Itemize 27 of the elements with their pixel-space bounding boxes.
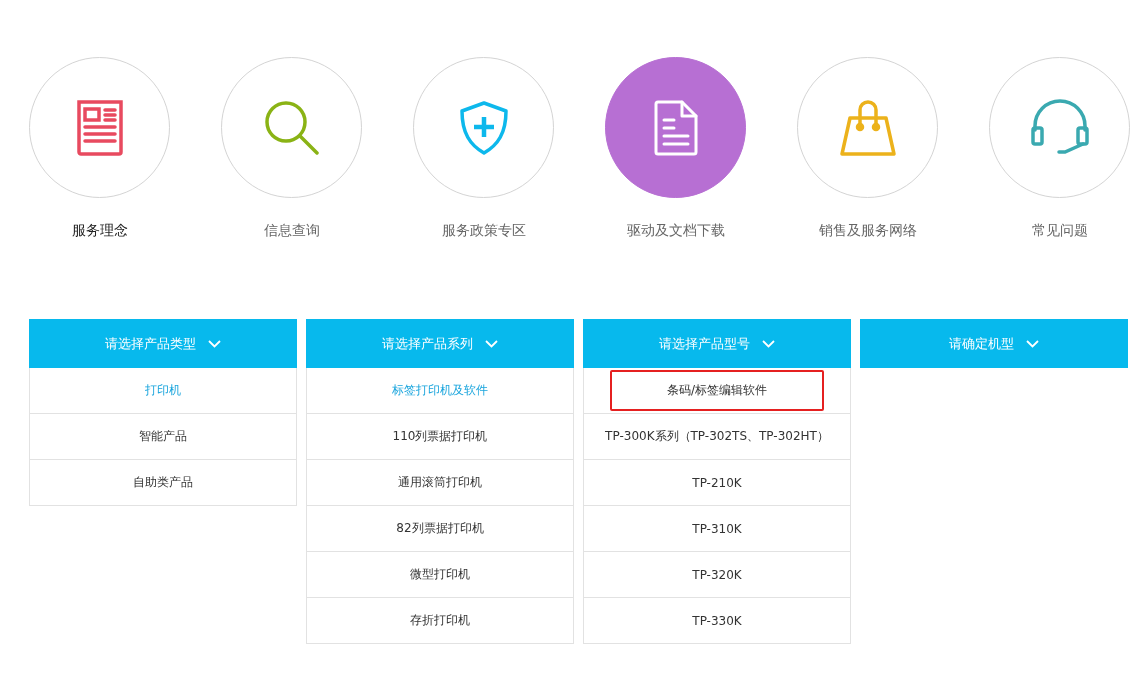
option-item[interactable]: TP-330K bbox=[692, 603, 742, 638]
service-label[interactable]: 信息查询 bbox=[263, 222, 320, 240]
option-item[interactable]: TP-300K系列（TP-302TS、TP-302HT） bbox=[605, 418, 829, 455]
service-label[interactable]: 服务政策专区 bbox=[441, 222, 526, 240]
chevron-down-icon bbox=[762, 339, 775, 348]
option-item[interactable]: TP-320K bbox=[692, 557, 742, 592]
chevron-down-icon bbox=[1026, 339, 1039, 348]
option-item[interactable]: 自助类产品 bbox=[133, 464, 193, 501]
option-item[interactable]: 条码/标签编辑软件 bbox=[610, 370, 824, 411]
dropdown-title: 请选择产品系列 bbox=[382, 334, 473, 353]
dropdown-title: 请选择产品型号 bbox=[659, 334, 750, 353]
chevron-down-icon bbox=[485, 339, 498, 348]
option-item[interactable]: 存折打印机 bbox=[410, 602, 470, 639]
service-label[interactable]: 常见问题 bbox=[1031, 222, 1088, 240]
dropdown-title: 请选择产品类型 bbox=[105, 334, 196, 353]
option-item[interactable]: 通用滚筒打印机 bbox=[398, 464, 482, 501]
service-label[interactable]: 销售及服务网络 bbox=[818, 222, 917, 240]
dropdown-title: 请确定机型 bbox=[949, 334, 1014, 353]
option-item[interactable]: 微型打印机 bbox=[410, 556, 470, 593]
option-item[interactable]: 110列票据打印机 bbox=[392, 418, 488, 455]
service-label[interactable]: 驱动及文档下载 bbox=[626, 222, 725, 240]
option-item[interactable]: 82列票据打印机 bbox=[396, 510, 484, 547]
service-label[interactable]: 服务理念 bbox=[71, 222, 128, 240]
chevron-down-icon bbox=[208, 339, 221, 348]
option-item[interactable]: TP-210K bbox=[692, 465, 742, 500]
option-item[interactable]: 智能产品 bbox=[139, 418, 187, 455]
option-item[interactable]: TP-310K bbox=[692, 511, 742, 546]
